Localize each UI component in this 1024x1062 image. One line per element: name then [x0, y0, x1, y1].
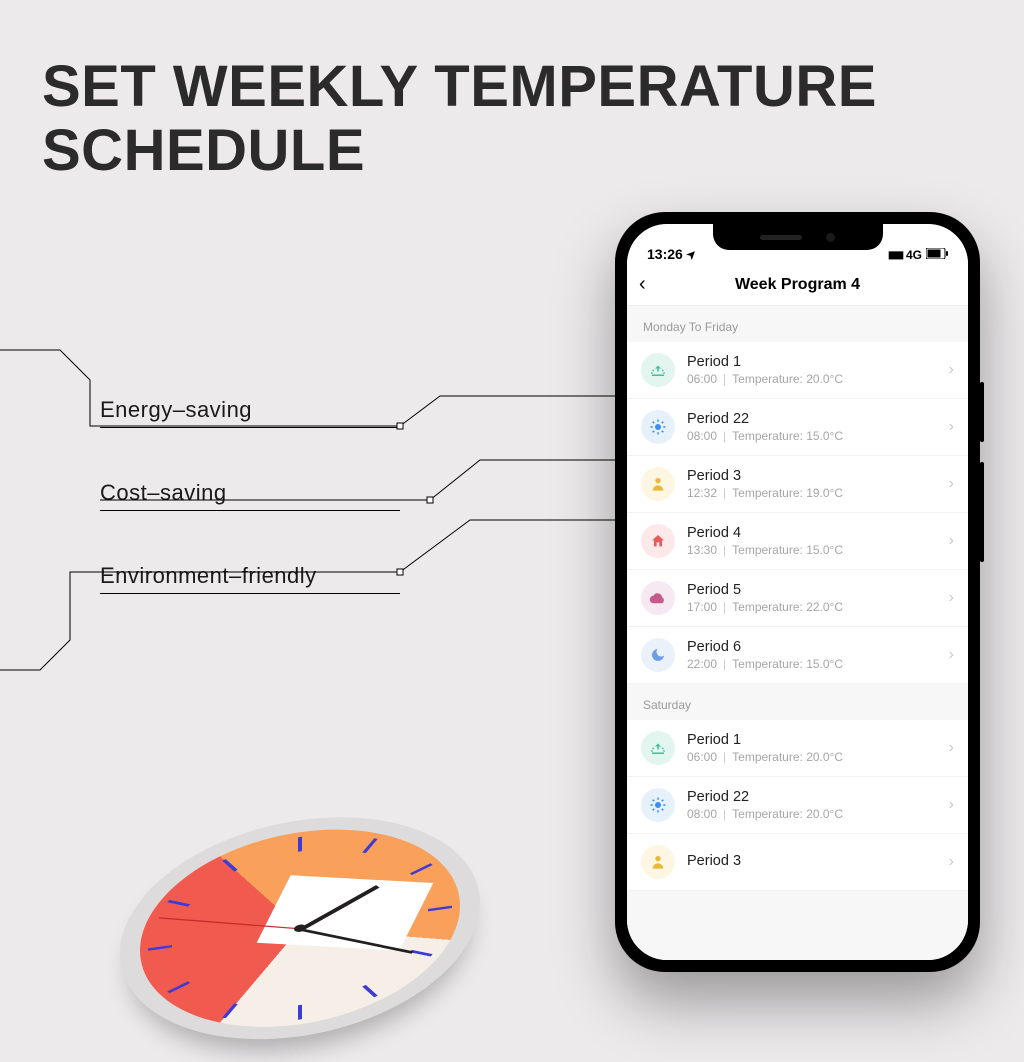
period-title: Period 5	[687, 582, 937, 598]
nav-bar: ‹ Week Program 4	[627, 264, 968, 306]
sun-icon	[641, 410, 675, 444]
page-headline: SET WEEKLY TEMPERATURE SCHEDULE	[42, 55, 877, 183]
period-row[interactable]: Period 22 08:00|Temperature: 20.0°C ›	[627, 777, 968, 834]
period-title: Period 6	[687, 639, 937, 655]
chevron-right-icon: ›	[949, 853, 954, 871]
battery-icon	[926, 248, 948, 262]
period-title: Period 4	[687, 525, 937, 541]
sunrise-icon	[641, 731, 675, 765]
period-title: Period 22	[687, 411, 937, 427]
period-subtitle: 22:00|Temperature: 15.0°C	[687, 657, 937, 671]
cloud-icon	[641, 581, 675, 615]
period-subtitle: 06:00|Temperature: 20.0°C	[687, 750, 937, 764]
feature-energy-saving: Energy–saving	[100, 397, 400, 428]
location-arrow-icon: ➤	[684, 246, 700, 262]
person-icon	[641, 845, 675, 879]
phone-mockup: 13:26 ➤ ▮▮▮▮ 4G ‹ Week Program 4 Monday …	[615, 212, 980, 972]
status-network: 4G	[906, 248, 922, 262]
headline-line-1: SET WEEKLY TEMPERATURE	[42, 55, 877, 119]
chevron-right-icon: ›	[949, 646, 954, 664]
headline-line-2: SCHEDULE	[42, 119, 877, 183]
phone-notch	[713, 224, 883, 250]
period-subtitle: 06:00|Temperature: 20.0°C	[687, 372, 937, 386]
status-time: 13:26	[647, 246, 683, 262]
period-row[interactable]: Period 1 06:00|Temperature: 20.0°C ›	[627, 342, 968, 399]
section-header: Monday To Friday	[627, 306, 968, 342]
chevron-right-icon: ›	[949, 739, 954, 757]
sun-icon	[641, 788, 675, 822]
clock-illustration	[120, 768, 540, 971]
chevron-right-icon: ›	[949, 796, 954, 814]
period-subtitle: 12:32|Temperature: 19.0°C	[687, 486, 937, 500]
feature-environment-friendly: Environment–friendly	[100, 563, 400, 594]
moon-icon	[641, 638, 675, 672]
period-subtitle: 08:00|Temperature: 15.0°C	[687, 429, 937, 443]
chevron-right-icon: ›	[949, 418, 954, 436]
feature-cost-saving: Cost–saving	[100, 480, 400, 511]
person-icon	[641, 467, 675, 501]
chevron-right-icon: ›	[949, 475, 954, 493]
period-row[interactable]: Period 4 13:30|Temperature: 15.0°C ›	[627, 513, 968, 570]
phone-screen: 13:26 ➤ ▮▮▮▮ 4G ‹ Week Program 4 Monday …	[627, 224, 968, 960]
period-title: Period 3	[687, 468, 937, 484]
schedule-list[interactable]: Monday To Friday Period 1 06:00|Temperatur…	[627, 306, 968, 960]
period-row[interactable]: Period 1 06:00|Temperature: 20.0°C ›	[627, 720, 968, 777]
home-icon	[641, 524, 675, 558]
nav-title: Week Program 4	[735, 276, 860, 294]
section-header: Saturday	[627, 684, 968, 720]
period-title: Period 1	[687, 354, 937, 370]
chevron-right-icon: ›	[949, 532, 954, 550]
period-subtitle: 08:00|Temperature: 20.0°C	[687, 807, 937, 821]
period-row[interactable]: Period 5 17:00|Temperature: 22.0°C ›	[627, 570, 968, 627]
period-row[interactable]: Period 3 ›	[627, 834, 968, 891]
back-button[interactable]: ‹	[639, 273, 646, 296]
sunrise-icon	[641, 353, 675, 387]
period-title: Period 3	[687, 853, 937, 869]
chevron-right-icon: ›	[949, 589, 954, 607]
period-row[interactable]: Period 3 12:32|Temperature: 19.0°C ›	[627, 456, 968, 513]
period-row[interactable]: Period 6 22:00|Temperature: 15.0°C ›	[627, 627, 968, 684]
period-title: Period 1	[687, 732, 937, 748]
period-subtitle: 13:30|Temperature: 15.0°C	[687, 543, 937, 557]
chevron-right-icon: ›	[949, 361, 954, 379]
period-subtitle: 17:00|Temperature: 22.0°C	[687, 600, 937, 614]
signal-icon: ▮▮▮▮	[888, 250, 902, 261]
feature-list: Energy–saving Cost–saving Environment–fr…	[100, 397, 400, 646]
period-title: Period 22	[687, 789, 937, 805]
period-row[interactable]: Period 22 08:00|Temperature: 15.0°C ›	[627, 399, 968, 456]
